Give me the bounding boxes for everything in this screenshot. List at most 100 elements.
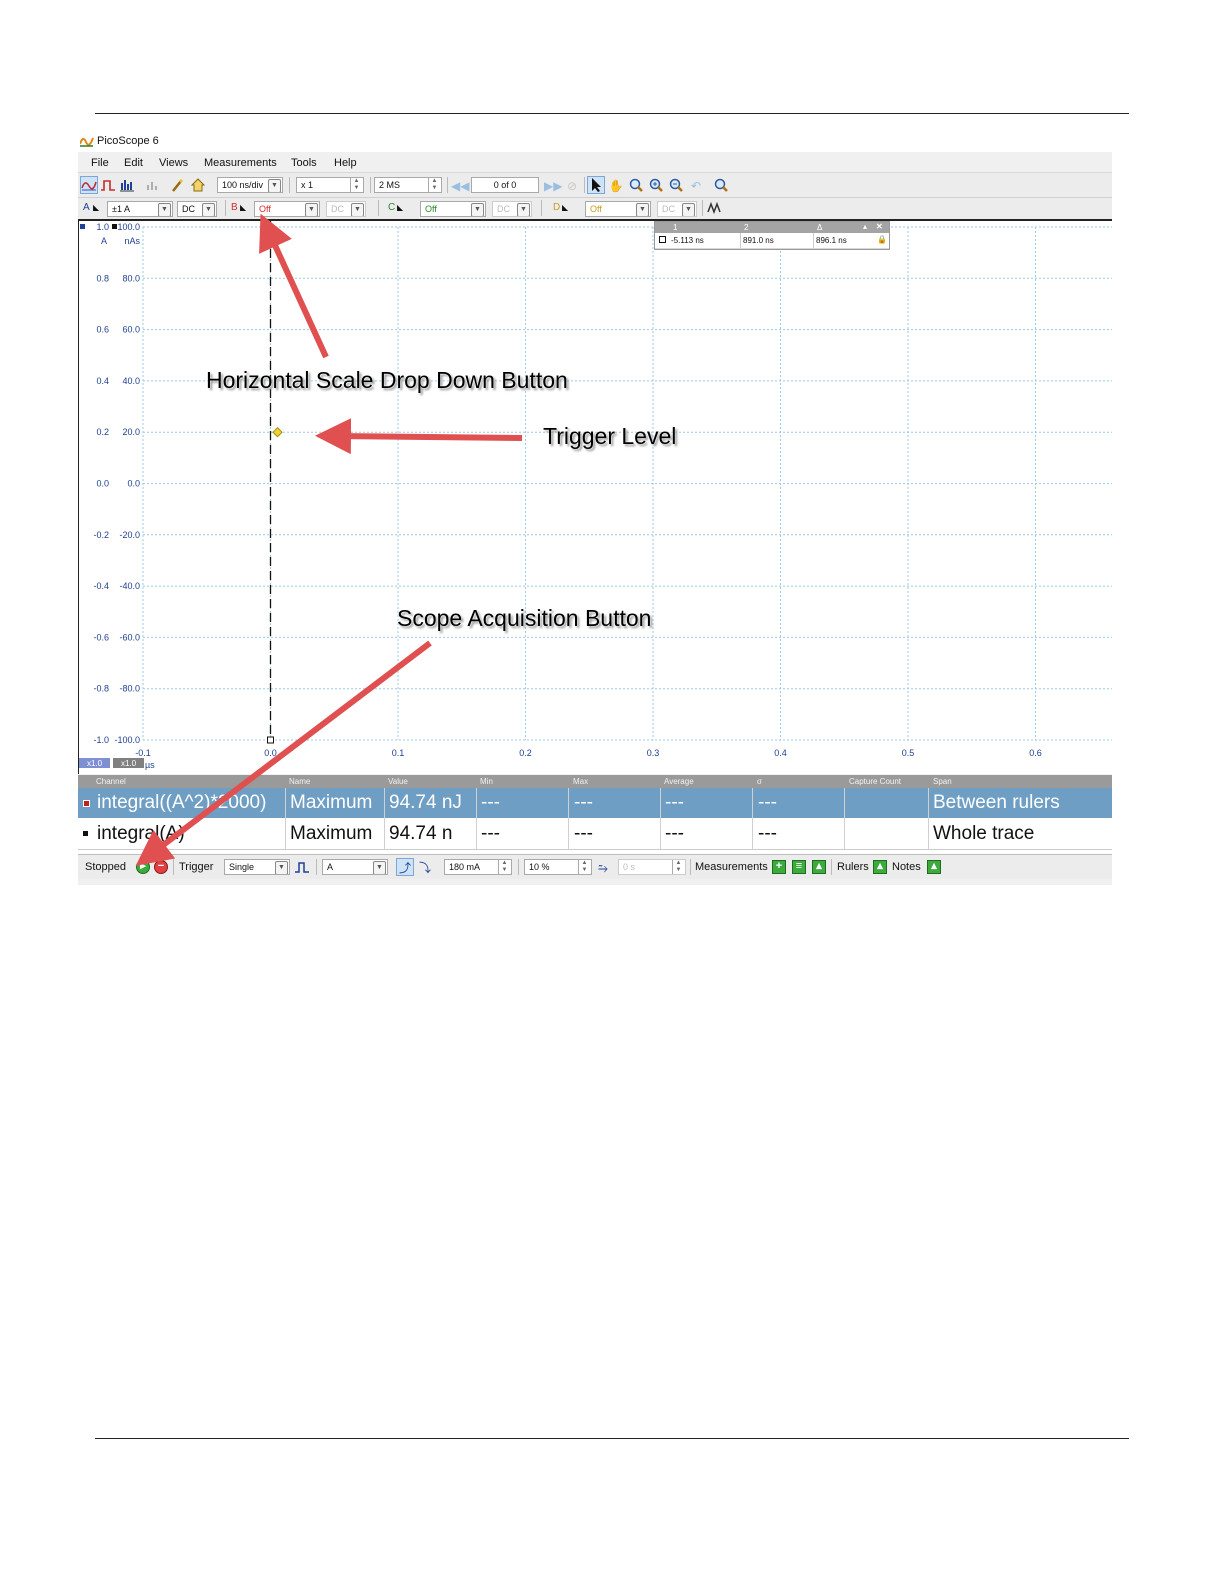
channel-d-range[interactable]: Off ▼ [585, 201, 651, 217]
zoom-stepper[interactable]: x 1 ▲ ▼ [296, 177, 364, 193]
lock-icon[interactable]: 🔒 [877, 235, 887, 244]
header-channel[interactable]: Channel [96, 775, 126, 788]
y-right-tick-label: -80.0 [119, 684, 140, 694]
auto-setup-button[interactable] [169, 176, 187, 194]
close-icon[interactable]: ✕ [876, 222, 883, 231]
channel-b-coupling[interactable]: DC ▼ [326, 201, 366, 217]
add-view-button[interactable] [144, 176, 162, 194]
trigger-threshold-stepper[interactable]: 180 mA ▲ ▼ [444, 859, 512, 875]
notes-icon[interactable]: ▴ [927, 860, 941, 874]
trigger-source-dropdown[interactable]: A ▼ [322, 859, 388, 875]
chevron-down-icon[interactable]: ▼ [373, 861, 386, 874]
edit-measurement-icon[interactable]: ≡ [792, 860, 806, 874]
falling-edge-button[interactable]: ⤵ [416, 858, 434, 876]
next-buffer-button[interactable]: ▶▶ [543, 176, 562, 194]
trigger-mode-dropdown[interactable]: Single ▼ [224, 859, 290, 875]
play-icon[interactable]: ▸ [136, 860, 150, 874]
zoom-to-fit-button[interactable] [712, 176, 730, 194]
scope-view[interactable]: 1.0 100.0 0.8 80.0 0.6 60.0 0.4 40.0 0.2 20.0 0.0 0… [78, 221, 1112, 774]
probe-icon: ◣ [562, 203, 569, 212]
math-channels-button[interactable] [706, 199, 724, 217]
stop-icon[interactable]: − [154, 860, 168, 874]
chevron-down-icon[interactable]: ▼ [636, 203, 649, 216]
post-trigger-button[interactable]: ⥲ [594, 858, 612, 876]
chevron-down-icon[interactable]: ▼ [275, 861, 288, 874]
channel-c-button[interactable]: C [388, 200, 395, 216]
menu-measurements[interactable]: Measurements [204, 154, 277, 172]
zoom-in-button[interactable] [647, 176, 665, 194]
zoom-out-button[interactable] [667, 176, 685, 194]
chevron-down-icon[interactable]: ▼ [202, 203, 215, 216]
chevron-down-icon[interactable]: ▼ [351, 203, 364, 216]
channel-d-coupling[interactable]: DC ▼ [657, 201, 697, 217]
menu-tools[interactable]: Tools [291, 154, 317, 172]
trigger-mode-value: Single [229, 862, 255, 872]
waveform-chart[interactable]: 1.0 100.00.8 80.00.6 60.00.4 40.00.2 20.00.0 0… [78, 221, 1112, 774]
menu-help[interactable]: Help [334, 154, 357, 172]
spinner-icon[interactable]: ▲ ▼ [428, 178, 440, 192]
delete-measurement-icon[interactable]: ▴ [812, 860, 826, 874]
advanced-trigger-button[interactable] [293, 858, 311, 876]
header-value[interactable]: Value [388, 775, 408, 788]
trigger-delay-stepper[interactable]: 0 s ▲ ▼ [618, 859, 686, 875]
y-left-tick-label: -0.6 [93, 632, 109, 642]
chevron-down-icon[interactable]: ▼ [305, 203, 318, 216]
default-setup-button[interactable] [189, 176, 207, 194]
channel-d-button[interactable]: D [553, 200, 560, 216]
add-measurement-icon[interactable]: + [772, 860, 786, 874]
spinner-icon[interactable]: ▲ ▼ [578, 860, 590, 874]
header-min[interactable]: Min [480, 775, 493, 788]
y-right-tick-label: 20.0 [122, 427, 140, 437]
header-max[interactable]: Max [573, 775, 588, 788]
spinner-icon[interactable]: ▲ ▼ [498, 860, 510, 874]
y-left-tick-label: 0.4 [96, 376, 109, 386]
spinner-icon[interactable]: ▲ ▼ [672, 860, 684, 874]
menu-edit[interactable]: Edit [124, 154, 143, 172]
table-row[interactable]: integral((A^2)*2000) Maximum 94.74 nJ --… [78, 788, 1112, 818]
spectrum-mode-button[interactable] [118, 176, 136, 194]
chevron-down-icon[interactable]: ▼ [471, 203, 484, 216]
menu-views[interactable]: Views [159, 154, 188, 172]
buffer-navigator[interactable]: 0 of 0 [471, 177, 539, 193]
zoom-tool-button[interactable] [627, 176, 645, 194]
hand-icon: ✋ [608, 179, 624, 193]
axis-a-marker [80, 224, 85, 229]
header-sigma[interactable]: σ [757, 775, 762, 788]
hand-tool-button[interactable]: ✋ [607, 176, 625, 194]
menu-file[interactable]: File [91, 154, 109, 172]
header-name[interactable]: Name [289, 775, 310, 788]
rising-edge-button[interactable]: ⤴ [396, 858, 414, 876]
undo-zoom-button[interactable]: ↶ [687, 176, 705, 194]
rulers-icon[interactable]: ▴ [873, 860, 887, 874]
pre-trigger-stepper[interactable]: 10 % ▲ ▼ [524, 859, 592, 875]
scope-mode-button[interactable] [80, 176, 98, 194]
channel-b-button[interactable]: B [231, 200, 238, 216]
channel-b-range[interactable]: Off ▼ [254, 201, 320, 217]
samples-stepper[interactable]: 2 MS ▲ ▼ [374, 177, 442, 193]
persistence-mode-button[interactable] [99, 176, 117, 194]
chevron-down-icon[interactable]: ▼ [268, 179, 281, 192]
chevron-down-icon[interactable]: ▼ [682, 203, 695, 216]
ruler-legend-panel[interactable]: 1 2 Δ ▴ ✕ -5.113 ns 891.0 ns 896.1 ns 🔒 [654, 221, 890, 250]
buffer-overview-button[interactable]: ⊘ [563, 176, 581, 194]
collapse-icon[interactable]: ▴ [863, 222, 867, 231]
top-rule [95, 113, 1129, 114]
channel-a-range[interactable]: ±1 A ▼ [107, 201, 173, 217]
header-average[interactable]: Average [664, 775, 694, 788]
trace-color-icon [83, 831, 88, 836]
previous-buffer-button[interactable]: ◀◀ [450, 176, 469, 194]
chevron-down-icon[interactable]: ▼ [517, 203, 530, 216]
x-tick-label: 0.6 [1029, 748, 1042, 758]
header-capture-count[interactable]: Capture Count [849, 775, 901, 788]
channel-a-button[interactable]: A [83, 200, 90, 216]
channel-a-coupling[interactable]: DC ▼ [177, 201, 217, 217]
spinner-icon[interactable]: ▲ ▼ [350, 178, 362, 192]
timebase-dropdown[interactable]: 100 ns/div ▼ [217, 177, 283, 193]
table-row[interactable]: integral(A) Maximum 94.74 n --- --- --- … [78, 819, 1112, 850]
chevron-down-icon[interactable]: ▼ [158, 203, 171, 216]
channel-c-range[interactable]: Off ▼ [420, 201, 486, 217]
header-span[interactable]: Span [933, 775, 952, 788]
trace-color-icon [83, 800, 90, 807]
select-tool-button[interactable] [587, 176, 605, 194]
channel-c-coupling[interactable]: DC ▼ [492, 201, 532, 217]
